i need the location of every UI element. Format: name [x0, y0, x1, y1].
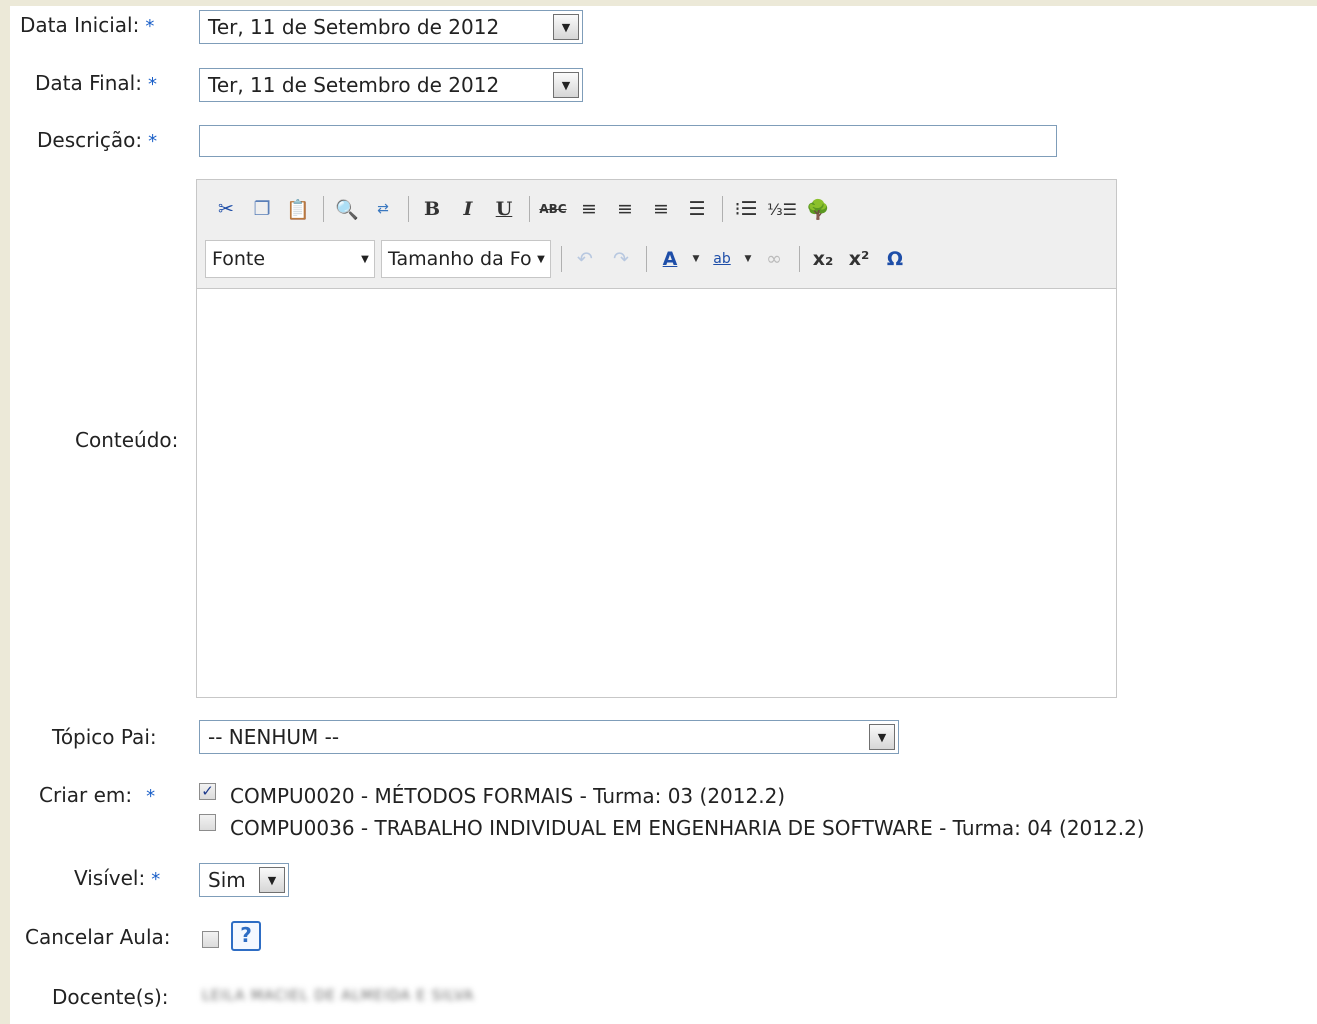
align-left-icon[interactable]: ≡ [574, 194, 604, 224]
criar-em-label: Criar em: * [39, 783, 156, 807]
visivel-label: Visível: * [74, 866, 161, 890]
topico-pai-value: -- NENHUM -- [208, 725, 340, 749]
align-center-icon[interactable]: ≡ [610, 194, 640, 224]
cut-icon[interactable]: ✂ [211, 194, 241, 224]
criar-em-option-1: COMPU0020 - MÉTODOS FORMAIS - Turma: 03 … [230, 784, 786, 808]
toolbar-separator [529, 196, 530, 222]
toolbar-separator [323, 196, 324, 222]
visivel-select[interactable]: Sim ▼ [199, 863, 289, 897]
conteudo-label: Conteúdo: [75, 428, 179, 452]
toolbar-separator [408, 196, 409, 222]
align-right-icon[interactable]: ≡ [646, 194, 676, 224]
toolbar-row-2: Fonte ▼ Tamanho da Fo ▼ ↶ ↷ A ▼ ab ▼ ∞ x… [205, 240, 916, 278]
font-select-value: Fonte [212, 248, 266, 270]
redo-icon[interactable]: ↷ [606, 244, 636, 274]
paste-icon[interactable]: 📋 [283, 194, 313, 224]
criar-em-checkbox-2[interactable] [199, 814, 216, 831]
docentes-value: LEILA MACIEL DE ALMEIDA E SILVA [202, 988, 475, 1004]
required-star: * [147, 74, 157, 95]
descricao-label: Descrição: * [37, 128, 158, 152]
size-select-value: Tamanho da Fo [388, 248, 532, 270]
topico-pai-label: Tópico Pai: [52, 725, 157, 749]
help-icon[interactable]: ? [231, 921, 261, 951]
toolbar-separator [561, 246, 562, 272]
data-final-select[interactable]: Ter, 11 de Setembro de 2012 ▼ [199, 68, 583, 102]
font-select[interactable]: Fonte ▼ [205, 240, 375, 278]
visivel-value: Sim [208, 868, 246, 892]
cancelar-aula-checkbox[interactable] [202, 931, 219, 948]
required-star: * [145, 16, 155, 37]
underline-icon[interactable]: U [489, 194, 519, 224]
size-select[interactable]: Tamanho da Fo ▼ [381, 240, 551, 278]
toolbar-separator [722, 196, 723, 222]
text-color-icon[interactable]: A [655, 244, 685, 274]
subscript-icon[interactable]: x₂ [808, 244, 838, 274]
bold-icon[interactable]: B [417, 194, 447, 224]
editor-content-area[interactable] [197, 288, 1116, 697]
italic-icon[interactable]: I [453, 194, 483, 224]
data-final-value: Ter, 11 de Setembro de 2012 [208, 73, 500, 97]
rich-text-editor[interactable]: ✂ ❐ 📋 🔍 ⇄ B I U ABC ≡ ≡ ≡ ☰ ⁝☰ ⅓☰ 🌳 Font… [196, 179, 1117, 698]
toolbar-row-1: ✂ ❐ 📋 🔍 ⇄ B I U ABC ≡ ≡ ≡ ☰ ⁝☰ ⅓☰ 🌳 [211, 194, 839, 224]
docentes-label: Docente(s): [52, 985, 169, 1009]
bullet-list-icon[interactable]: ⁝☰ [731, 194, 761, 224]
chevron-down-icon: ▼ [361, 253, 369, 265]
numbered-list-icon[interactable]: ⅓☰ [767, 194, 797, 224]
chevron-down-icon[interactable]: ▼ [553, 72, 579, 98]
find-icon[interactable]: 🔍 [332, 194, 362, 224]
chevron-down-icon[interactable]: ▼ [553, 14, 579, 40]
cancelar-aula-label: Cancelar Aula: [25, 925, 171, 949]
replace-icon[interactable]: ⇄ [368, 194, 398, 224]
data-inicial-select[interactable]: Ter, 11 de Setembro de 2012 ▼ [199, 10, 583, 44]
data-final-label: Data Final: * [35, 71, 157, 95]
descricao-input[interactable] [199, 125, 1057, 157]
required-star: * [146, 786, 156, 807]
chevron-down-icon: ▼ [537, 253, 545, 265]
toolbar-separator [799, 246, 800, 272]
justify-icon[interactable]: ☰ [682, 194, 712, 224]
chevron-down-icon[interactable]: ▼ [691, 244, 701, 274]
chevron-down-icon[interactable]: ▼ [869, 724, 895, 750]
strikethrough-icon[interactable]: ABC [538, 194, 568, 224]
chevron-down-icon[interactable]: ▼ [259, 867, 285, 893]
special-char-icon[interactable]: Ω [880, 244, 910, 274]
copy-icon[interactable]: ❐ [247, 194, 277, 224]
undo-icon[interactable]: ↶ [570, 244, 600, 274]
editor-toolbar: ✂ ❐ 📋 🔍 ⇄ B I U ABC ≡ ≡ ≡ ☰ ⁝☰ ⅓☰ 🌳 Font… [197, 180, 1116, 289]
data-inicial-label: Data Inicial: * [20, 13, 155, 37]
superscript-icon[interactable]: x² [844, 244, 874, 274]
form-page: Data Inicial: * Ter, 11 de Setembro de 20… [10, 6, 1317, 1024]
toolbar-separator [646, 246, 647, 272]
criar-em-option-2: COMPU0036 - TRABALHO INDIVIDUAL EM ENGEN… [230, 816, 1145, 840]
chevron-down-icon[interactable]: ▼ [743, 244, 753, 274]
required-star: * [151, 869, 161, 890]
link-icon[interactable]: ∞ [759, 244, 789, 274]
data-inicial-value: Ter, 11 de Setembro de 2012 [208, 15, 500, 39]
topico-pai-select[interactable]: -- NENHUM -- ▼ [199, 720, 899, 754]
required-star: * [148, 131, 158, 152]
highlight-icon[interactable]: ab [707, 244, 737, 274]
image-icon[interactable]: 🌳 [803, 194, 833, 224]
criar-em-checkbox-1[interactable]: ✓ [199, 783, 216, 800]
